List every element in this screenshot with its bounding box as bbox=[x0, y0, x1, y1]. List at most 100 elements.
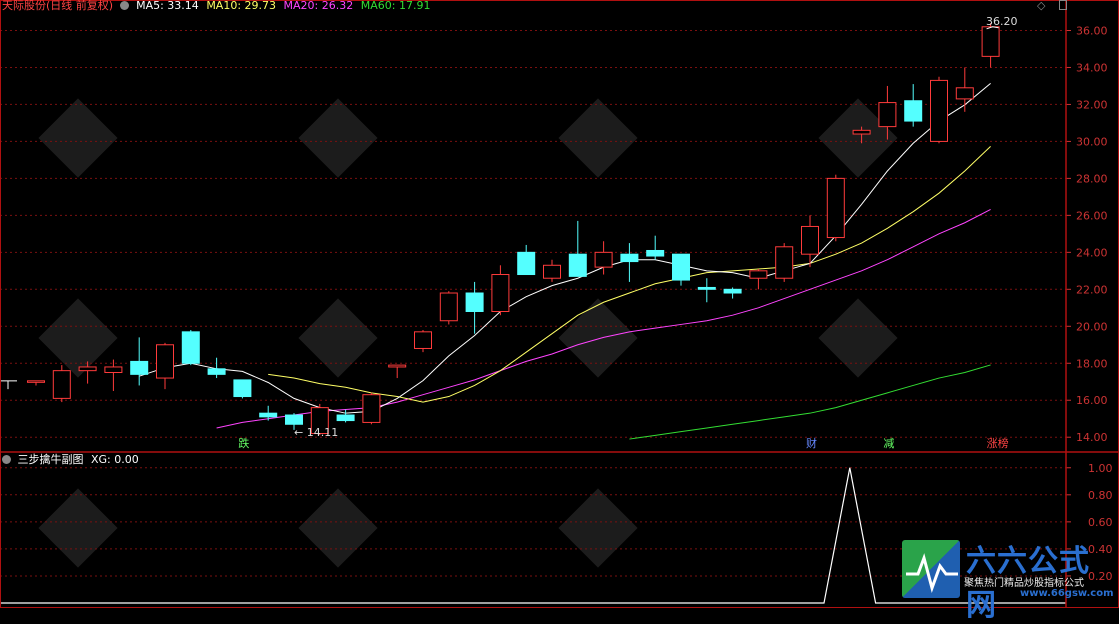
candlestick bbox=[362, 392, 381, 425]
candle-body bbox=[414, 331, 432, 349]
candle-body bbox=[568, 253, 587, 277]
brand-slogan: 聚焦热门精品炒股指标公式 bbox=[964, 578, 1084, 589]
main-chart-header: 天际股份(日线 前复权) MA5: 33.14 MA10: 29.73 MA20… bbox=[2, 0, 430, 13]
candlestick bbox=[904, 84, 923, 127]
high-price-marker: 36.20 bbox=[986, 15, 1018, 28]
candle-body bbox=[826, 177, 845, 239]
low-price-marker: ← 14.11 bbox=[294, 426, 339, 439]
xg-label: XG: 0.00 bbox=[91, 453, 139, 466]
watermark-diamond bbox=[558, 488, 638, 568]
stock-title[interactable]: 天际股份(日线 前复权) bbox=[2, 0, 113, 12]
candle-body bbox=[285, 414, 303, 425]
candlestick bbox=[646, 235, 665, 260]
candle-body bbox=[207, 368, 226, 375]
candle-body bbox=[517, 251, 536, 276]
candle-body bbox=[156, 344, 174, 379]
chart-frame bbox=[0, 0, 1119, 608]
candlestick-series[interactable] bbox=[0, 23, 1000, 436]
settings-circle-icon[interactable] bbox=[119, 1, 129, 10]
candle-body bbox=[981, 26, 1000, 57]
outer-frame bbox=[0, 0, 1119, 608]
candle-body bbox=[104, 366, 123, 374]
candle-body bbox=[930, 79, 948, 142]
sub-chart-header: 三步擒牛副图 XG: 0.00 bbox=[2, 453, 139, 467]
watermark-diamond bbox=[38, 98, 118, 178]
event-tag-drop[interactable]: 跌 bbox=[236, 437, 251, 450]
sub-chart-title[interactable]: 三步擒牛副图 bbox=[18, 453, 84, 466]
candle-body bbox=[723, 288, 742, 294]
candlestick bbox=[181, 329, 200, 366]
candlestick bbox=[491, 265, 510, 316]
candle-body bbox=[904, 100, 923, 122]
candle-body bbox=[362, 394, 381, 423]
candlestick bbox=[156, 342, 174, 390]
candlestick bbox=[439, 291, 458, 325]
brand-url: www.66gsw.com bbox=[1020, 588, 1114, 599]
sub-axis-tick-label: 0.80 bbox=[1088, 489, 1113, 502]
candlestick bbox=[775, 243, 794, 282]
candlestick bbox=[826, 174, 845, 242]
event-tag-reduce[interactable]: 减 bbox=[881, 437, 896, 450]
candle-body bbox=[388, 364, 407, 368]
axis-tick-label: 26.00 bbox=[1076, 209, 1108, 222]
axis-tick-label: 24.00 bbox=[1076, 246, 1108, 259]
candle-body bbox=[52, 370, 71, 399]
event-tag-finance[interactable]: 财 bbox=[804, 437, 819, 450]
candlestick bbox=[388, 364, 407, 379]
candle-body bbox=[697, 286, 716, 290]
candlestick bbox=[801, 215, 819, 268]
axis-tick-label: 36.00 bbox=[1076, 24, 1108, 37]
candle-body bbox=[181, 331, 200, 364]
ma60-polyline bbox=[629, 364, 991, 440]
candle-body bbox=[878, 102, 897, 128]
candle-body bbox=[775, 246, 794, 279]
candlestick bbox=[568, 220, 587, 277]
axis-tick-label: 20.00 bbox=[1076, 320, 1108, 333]
watermark-diamond bbox=[298, 298, 378, 378]
sub-axis-tick-label: 0.60 bbox=[1088, 516, 1113, 529]
diamond-icon[interactable]: ◇ bbox=[1037, 0, 1045, 12]
candlestick bbox=[543, 259, 561, 282]
candlestick bbox=[749, 268, 768, 290]
candlestick bbox=[672, 253, 690, 286]
candlestick bbox=[414, 329, 432, 353]
candle-body bbox=[620, 253, 639, 263]
candle-body bbox=[439, 292, 458, 322]
candlestick bbox=[233, 379, 252, 399]
candle-body bbox=[749, 270, 768, 279]
candle-body bbox=[27, 380, 45, 383]
candle-body bbox=[672, 253, 690, 281]
settings-circle-icon[interactable] bbox=[2, 455, 11, 464]
ma60-line bbox=[629, 364, 991, 440]
candle-body bbox=[594, 251, 613, 268]
candlestick bbox=[620, 243, 639, 282]
axis-tick-label: 34.00 bbox=[1076, 61, 1108, 74]
candlestick bbox=[723, 287, 742, 299]
ma5-label: MA5: 33.14 bbox=[136, 0, 199, 12]
candle-body bbox=[259, 412, 278, 418]
watermark-diamond bbox=[298, 98, 378, 178]
price-axis: 14.00 16.00 18.00 20.00 22.00 24.00 26.00 28.00… bbox=[1066, 0, 1119, 608]
axis-tick-label: 14.00 bbox=[1076, 431, 1108, 444]
chart-controls: ◇ bbox=[1037, 0, 1067, 13]
candle-body bbox=[646, 249, 665, 257]
watermark-diamond bbox=[558, 98, 638, 178]
sub-axis-tick-label: 1.00 bbox=[1088, 462, 1113, 475]
event-tag-limit-up[interactable]: 涨榜 bbox=[985, 437, 1011, 450]
axis-tick-label: 30.00 bbox=[1076, 135, 1108, 148]
axis-tick-label: 16.00 bbox=[1076, 394, 1108, 407]
candle-body bbox=[336, 414, 355, 422]
minimize-icon[interactable] bbox=[1058, 0, 1067, 10]
candlestick bbox=[930, 76, 948, 144]
candle-body bbox=[465, 292, 484, 312]
candlestick bbox=[52, 365, 71, 403]
candlestick bbox=[27, 380, 45, 386]
ma10-label: MA10: 29.73 bbox=[206, 0, 277, 12]
axis-tick-label: 22.00 bbox=[1076, 283, 1108, 296]
axis-tick-label: 32.00 bbox=[1076, 98, 1108, 111]
ma60-label: MA60: 17.91 bbox=[360, 0, 431, 12]
axis-tick-label: 28.00 bbox=[1076, 172, 1108, 185]
brand-logo: 六六公式网 聚焦热门精品炒股指标公式 www.66gsw.com bbox=[900, 536, 1118, 623]
candlestick bbox=[981, 23, 1000, 68]
kline-chart-canvas[interactable]: 14.00 16.00 18.00 20.00 22.00 24.00 26.00 28.00… bbox=[0, 0, 1119, 608]
